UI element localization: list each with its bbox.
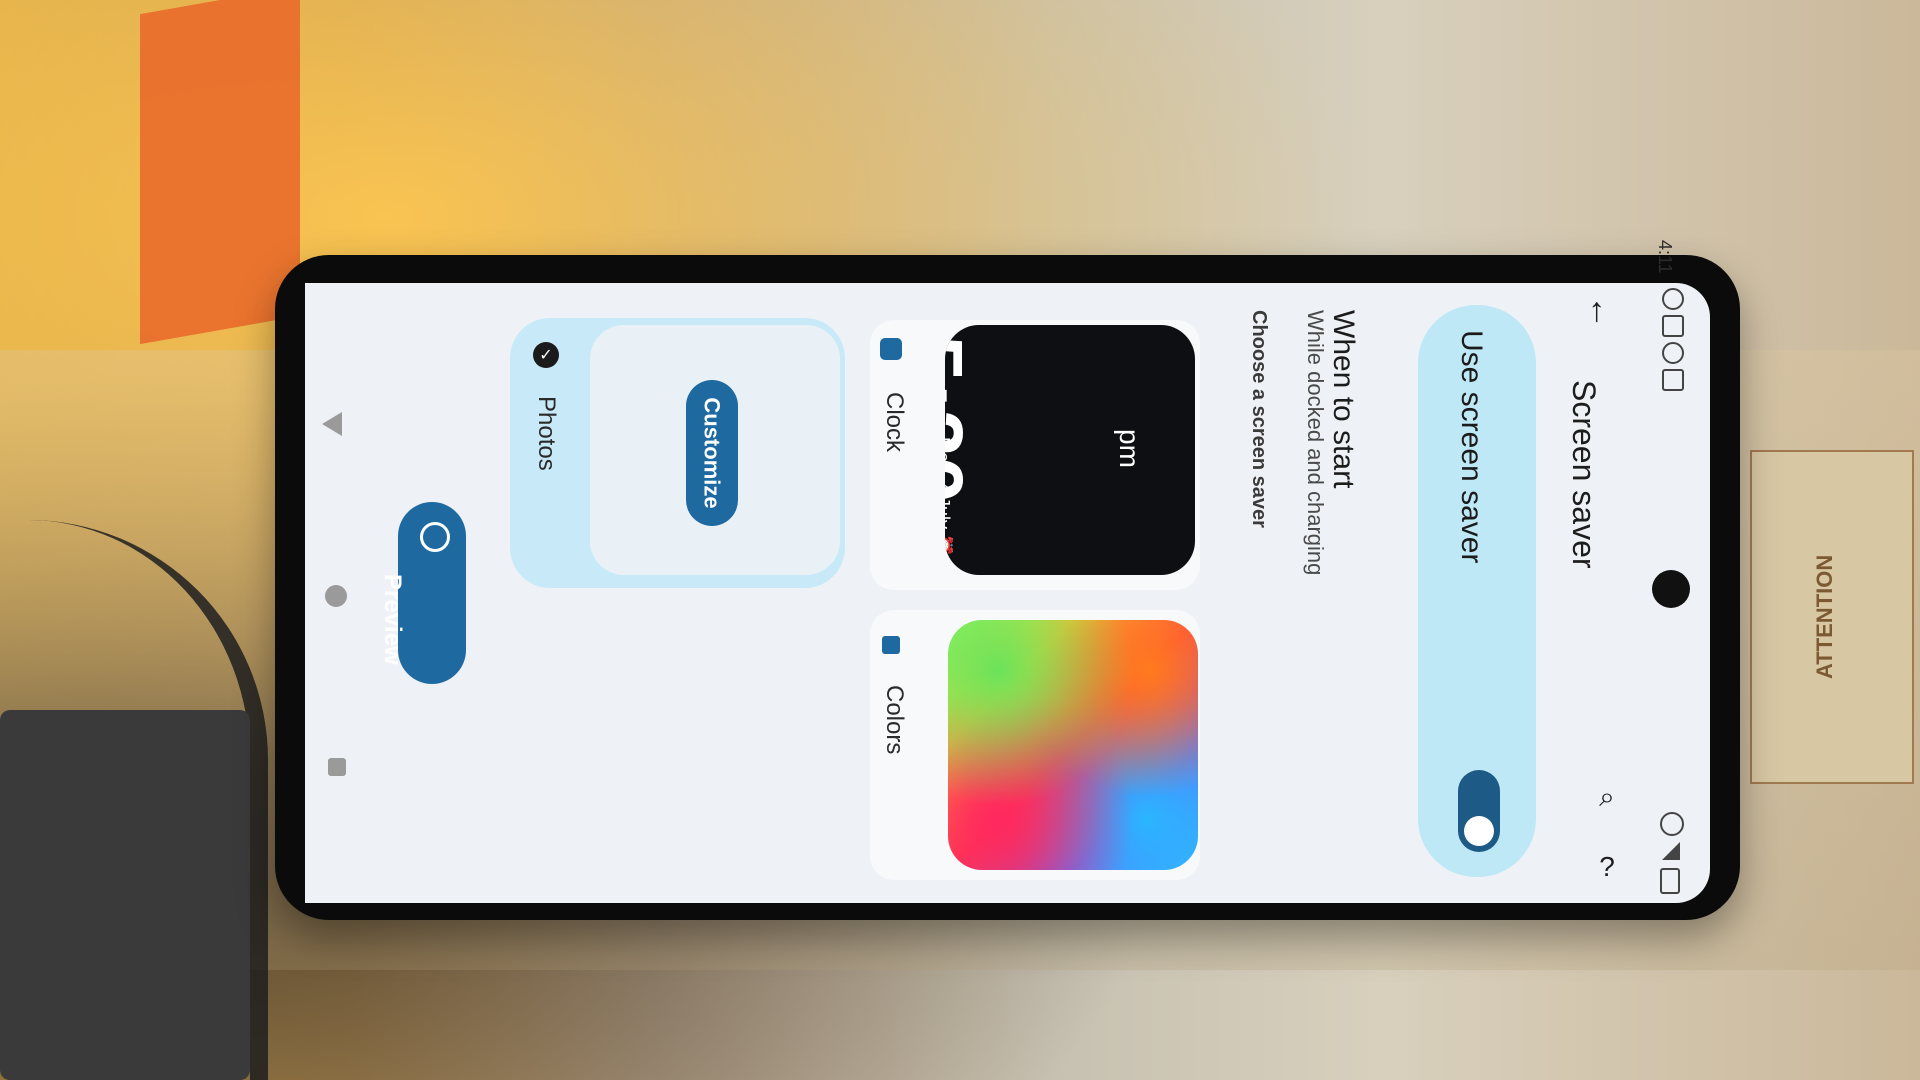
status-icon [1662, 288, 1684, 310]
background-label: ATTENTION [1750, 450, 1914, 784]
colors-radio[interactable] [882, 636, 900, 654]
search-icon: ⌕ [1599, 780, 1615, 812]
customize-label: Customize [700, 397, 725, 509]
colors-preview [948, 620, 1198, 870]
camera-punch-hole [1652, 570, 1690, 608]
status-time: 4:11 [1655, 240, 1675, 274]
nav-back-icon[interactable] [322, 412, 342, 436]
clock-radio[interactable] [880, 338, 902, 360]
page-title: Screen saver [1566, 380, 1602, 569]
nav-home-icon[interactable] [325, 585, 347, 607]
preview-label: Preview [379, 574, 406, 665]
eye-icon [420, 522, 450, 552]
clock-label: Clock [881, 392, 908, 453]
status-icon [1662, 342, 1684, 364]
status-icon [1662, 369, 1684, 391]
back-button[interactable]: ← [1583, 295, 1621, 333]
when-to-start-title[interactable]: When to start [1326, 310, 1360, 488]
search-button[interactable]: ⌕ [1585, 775, 1629, 819]
photos-label: Photos [533, 396, 560, 471]
clock-ampm: pm [1114, 429, 1145, 468]
check-icon: ✓ [533, 342, 559, 368]
clock-preview: 5:20 pm Mon, 4 July ⏰ Tue 6:00 am [945, 325, 1195, 575]
background-label-text: ATTENTION [1812, 554, 1837, 680]
clock-date: Mon, 4 July ⏰ Tue 6:00 am [945, 437, 953, 575]
status-icon [1662, 315, 1684, 337]
toggle-knob [1464, 816, 1494, 846]
customize-button[interactable]: Customize [686, 380, 738, 526]
arrow-back-icon: ← [1583, 295, 1621, 329]
help-icon: ? [1599, 851, 1615, 882]
help-button[interactable]: ? [1585, 845, 1629, 889]
battery-icon [1660, 868, 1680, 894]
preview-button[interactable]: Preview [379, 502, 466, 684]
colors-label: Colors [881, 685, 908, 755]
when-to-start-subtitle: While docked and charging [1303, 310, 1328, 576]
nav-recents-icon[interactable] [328, 758, 346, 776]
choose-screen-saver-label: Choose a screen saver [1248, 310, 1270, 528]
use-screen-saver-label: Use screen saver [1455, 330, 1488, 564]
use-screen-saver-toggle[interactable] [1458, 770, 1500, 852]
background-block [0, 710, 250, 1080]
mute-icon [1660, 812, 1684, 836]
background-sign [140, 0, 300, 345]
